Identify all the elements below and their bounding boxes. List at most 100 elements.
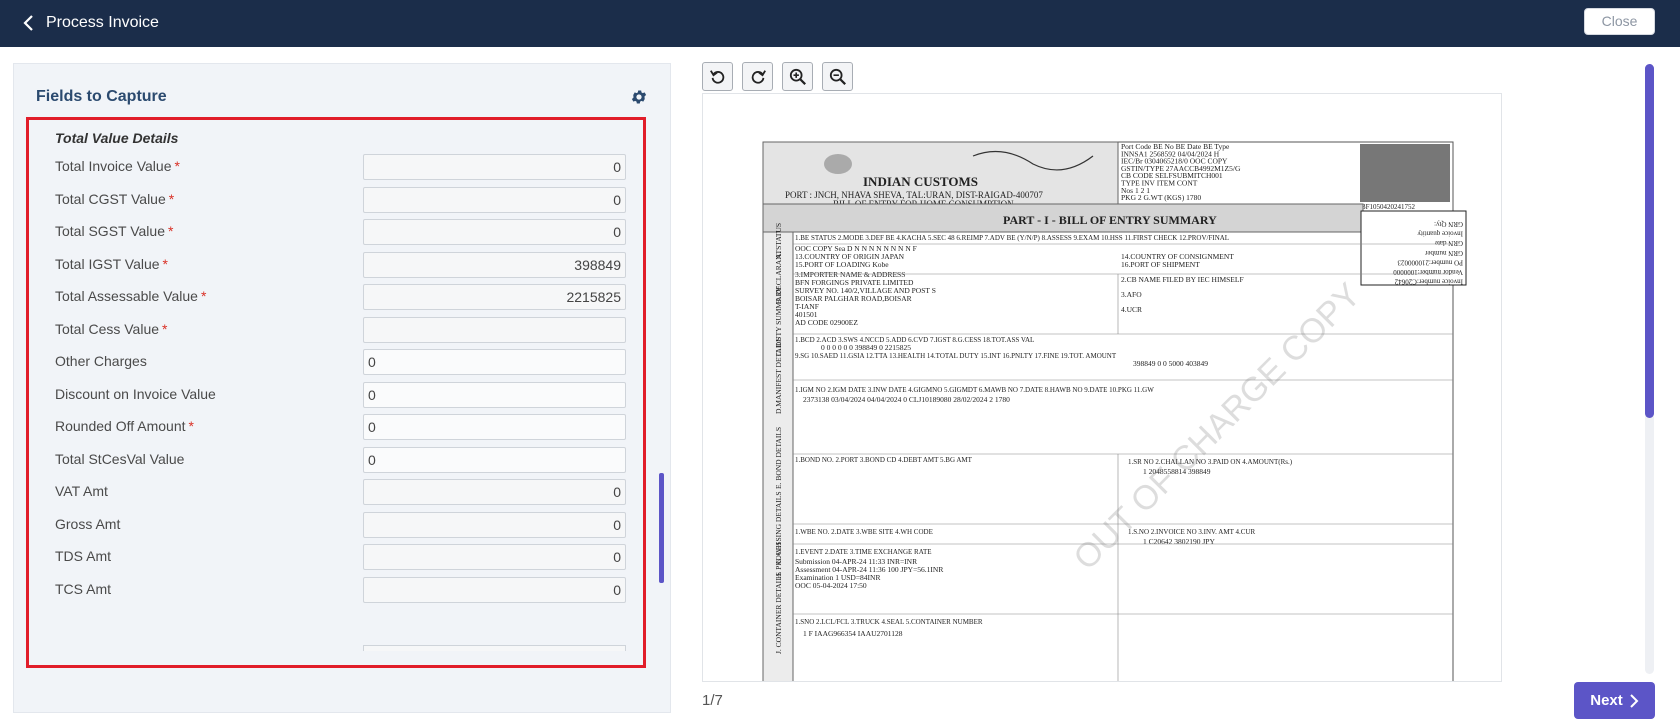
- field-label-text: Total StCesVal Value: [55, 450, 185, 467]
- field-input[interactable]: 0: [363, 511, 626, 538]
- doc-text-line: 3.AFO: [1121, 290, 1142, 299]
- rotate-right-button[interactable]: [742, 62, 773, 91]
- field-row: Rounded Off Amount * 0: [29, 414, 643, 440]
- doc-text-line: 1.BOND NO. 2.PORT 3.BOND CD 4.DEBT AMT 5…: [795, 456, 973, 464]
- field-input[interactable]: 0: [363, 154, 626, 180]
- stamp-line: Invoice number:C20642: [1394, 278, 1463, 286]
- doc-side-label: J. CONTAINER DETAILS: [774, 572, 783, 654]
- chevron-left-icon: [23, 15, 33, 31]
- field-label: Total CGST Value *: [55, 191, 174, 207]
- page-title: Process Invoice: [46, 14, 159, 31]
- zoom-in-button[interactable]: [782, 62, 813, 91]
- close-button[interactable]: Close: [1584, 8, 1655, 35]
- field-row: Total StCesVal Value 0: [29, 446, 643, 473]
- qr-code-icon: [1360, 144, 1450, 202]
- field-label: Total IGST Value *: [55, 256, 168, 272]
- field-label-text: Other Charges: [55, 353, 147, 369]
- stamp-line: PO number:210000023: [1397, 258, 1463, 266]
- field-label: TCS Amt: [55, 581, 111, 597]
- field-row: VAT Amt 0: [29, 479, 643, 505]
- page-scrollbar-thumb[interactable]: [1645, 64, 1654, 418]
- field-input[interactable]: 2215825: [363, 284, 626, 310]
- doc-header-row: PKG 2 G.WT (KGS) 1780: [1121, 193, 1201, 202]
- field-input[interactable]: 0: [363, 414, 626, 440]
- doc-text-line: 398849 0 0 5000 403849: [1133, 359, 1208, 368]
- field-row: Total IGST Value * 398849: [29, 251, 643, 278]
- required-marker: *: [162, 255, 168, 272]
- required-marker: *: [167, 223, 174, 239]
- field-input[interactable]: 0: [363, 186, 626, 213]
- doc-text-line: 1 F IAAG966354 IAAU2701128: [803, 629, 903, 638]
- field-input[interactable]: 0: [363, 479, 626, 505]
- chevron-right-icon: [1630, 693, 1639, 708]
- field-label-text: Total IGST Value: [55, 255, 160, 272]
- rotate-left-button[interactable]: [702, 62, 733, 91]
- doc-text-line: AD CODE 02900EZ: [795, 318, 858, 327]
- field-input[interactable]: 0: [363, 349, 626, 375]
- doc-text-line: 2373138 03/04/2024 04/04/2024 0 CLJ10189…: [803, 395, 1010, 404]
- field-label: Gross Amt: [55, 516, 120, 532]
- emblem-icon: [824, 154, 852, 174]
- zoom-out-button[interactable]: [822, 62, 853, 91]
- field-row: TDS Amt 0: [29, 544, 643, 570]
- doc-side-label: H. PROCESSING DETAILS: [774, 491, 783, 579]
- required-marker: *: [162, 320, 168, 337]
- field-label-text: Total Cess Value: [55, 320, 160, 337]
- stamp-line: GRN number: [1424, 249, 1463, 257]
- doc-text-line: 1.EVENT 2.DATE 3.TIME EXCHANGE RATE: [795, 548, 932, 556]
- required-marker: *: [188, 418, 194, 434]
- next-button[interactable]: Next: [1574, 682, 1655, 719]
- doc-text-line: 4.UCR: [1121, 305, 1142, 314]
- field-label-text: TCS Amt: [55, 580, 112, 597]
- back-button[interactable]: Process Invoice: [22, 10, 159, 36]
- field-label: Total Assessable Value *: [55, 288, 206, 304]
- field-input[interactable]: 398849: [363, 251, 626, 278]
- field-label-text: VAT Amt: [55, 483, 108, 499]
- field-input[interactable]: 0: [363, 381, 626, 408]
- field-label-text: Gross Amt: [55, 515, 121, 532]
- doc-text-line: 1.BE STATUS 2.MODE 3.DEF BE 4.KACHA 5.SE…: [795, 234, 1229, 242]
- doc-text-line: 2.CB NAME FILED BY IEC HIMSELF: [1121, 275, 1244, 284]
- field-input[interactable]: 0: [363, 446, 626, 473]
- doc-text-line: 1.IGM NO 2.IGM DATE 3.INW DATE 4.GIGMNO …: [795, 386, 1154, 394]
- field-label-text: Rounded Off Amount: [55, 418, 186, 434]
- required-marker: *: [174, 158, 180, 174]
- field-row: Total Assessable Value * 2215825: [29, 284, 643, 310]
- next-label: Next: [1590, 692, 1623, 709]
- field-input[interactable]: 0: [363, 219, 626, 245]
- stamp-line: GRN Qty:: [1434, 220, 1463, 228]
- doc-text-line: 1.WBE NO. 2.DATE 3.WBE SITE 4.WH CODE: [795, 528, 933, 536]
- stamp-line: GRN date: [1435, 239, 1463, 247]
- panel-scroll-accent[interactable]: [659, 473, 664, 583]
- rotate-left-icon: [709, 69, 724, 84]
- rotate-right-icon: [751, 69, 766, 84]
- doc-text-line: 1 C20642 3802190 JPY: [1143, 537, 1215, 546]
- doc-side-labels: A. STATUSB. DECLARANTC. DUTY SUMMARYD.MA…: [774, 223, 783, 654]
- field-row: Discount on Invoice Value 0: [29, 381, 643, 408]
- zoom-out-icon: [829, 68, 846, 85]
- next-field-input[interactable]: [363, 645, 626, 651]
- field-label: TDS Amt: [55, 548, 111, 564]
- document-viewer[interactable]: INDIAN CUSTOMS PORT : JNCH, NHAVA SHEVA,…: [702, 93, 1502, 682]
- stamp-line: Vendor number:1000000: [1393, 268, 1463, 276]
- panel-title: Fields to Capture: [36, 88, 167, 105]
- field-input[interactable]: [363, 316, 626, 343]
- page-indicator: 1/7: [702, 692, 723, 709]
- doc-part-title: PART - I - BILL OF ENTRY SUMMARY: [1003, 213, 1217, 227]
- field-label-text: Discount on Invoice Value: [55, 385, 216, 402]
- field-input[interactable]: 0: [363, 544, 626, 570]
- zoom-in-icon: [789, 68, 806, 85]
- gear-icon[interactable]: [630, 88, 648, 106]
- stamp-line: Invoice quantity: [1417, 230, 1463, 238]
- doc-qr-ref: BF1050420241752: [1361, 203, 1416, 211]
- field-input[interactable]: 0: [363, 576, 626, 603]
- top-bar: Process Invoice Close: [0, 0, 1680, 47]
- field-row: Total Invoice Value * 0: [29, 154, 643, 180]
- field-label: Other Charges: [55, 353, 147, 369]
- field-label: VAT Amt: [55, 483, 108, 499]
- section-title: Total Value Details: [55, 130, 179, 146]
- field-label-text: Total CGST Value: [55, 190, 166, 207]
- doc-text-line: 16.PORT OF SHIPMENT: [1121, 260, 1200, 269]
- field-row: Total Cess Value *: [29, 316, 643, 343]
- field-row: Gross Amt 0: [29, 511, 643, 538]
